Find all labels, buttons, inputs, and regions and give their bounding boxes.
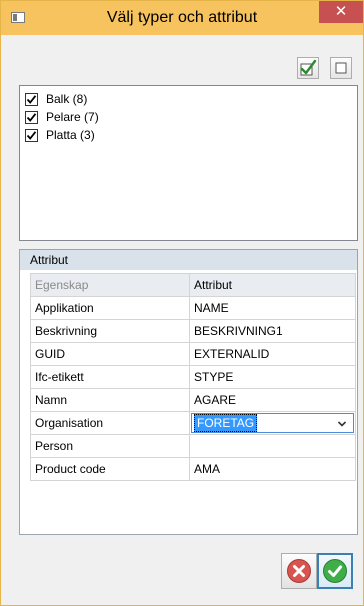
- cancel-button[interactable]: [281, 553, 317, 589]
- attribute-cell[interactable]: STYPE: [189, 365, 356, 389]
- property-cell: Person: [30, 434, 190, 458]
- table-row[interactable]: GUID EXTERNALID: [30, 342, 356, 366]
- window-title: Välj typer och attribut: [106, 9, 258, 26]
- attribute-panel: Attribut Egenskap Attribut Applikation N…: [19, 249, 358, 535]
- type-label: Balk (8): [46, 92, 88, 106]
- column-header-property[interactable]: Egenskap: [30, 273, 190, 297]
- table-row[interactable]: Namn AGARE: [30, 388, 356, 412]
- attribute-dropdown-cell[interactable]: FORETAG: [189, 411, 356, 435]
- checkmark-icon: [26, 130, 37, 140]
- checkmark-icon: [26, 94, 37, 104]
- attribute-cell[interactable]: AGARE: [189, 388, 356, 412]
- table-row[interactable]: Organisation FORETAG: [30, 411, 356, 435]
- attribute-cell[interactable]: AMA: [189, 457, 356, 481]
- table-row[interactable]: Ifc-etikett STYPE: [30, 365, 356, 389]
- red-x-circle-icon: [287, 559, 311, 583]
- attribute-cell[interactable]: BESKRIVNING1: [189, 319, 356, 343]
- dropdown-selected-value[interactable]: FORETAG: [194, 414, 258, 432]
- property-cell: Organisation: [30, 411, 190, 435]
- type-item-pelare[interactable]: Pelare (7): [25, 109, 99, 125]
- empty-box-icon: [335, 62, 347, 74]
- attribute-grid: Egenskap Attribut Applikation NAME Beskr…: [30, 273, 356, 481]
- checkmark-icon: [26, 112, 37, 122]
- uncheck-all-button[interactable]: [330, 57, 352, 79]
- property-cell: Product code: [30, 457, 190, 481]
- check-all-button[interactable]: [297, 57, 319, 79]
- table-row[interactable]: Person: [30, 434, 356, 458]
- type-item-platta[interactable]: Platta (3): [25, 127, 95, 143]
- checkmark-pen-icon: [300, 59, 317, 76]
- property-cell: Applikation: [30, 296, 190, 320]
- type-list[interactable]: Balk (8) Pelare (7) Platta (3): [19, 85, 358, 241]
- attribute-section-title: Attribut: [20, 250, 357, 270]
- table-row[interactable]: Beskrivning BESKRIVNING1: [30, 319, 356, 343]
- ok-button[interactable]: [317, 553, 353, 589]
- dialog-window: Välj typer och attribut ✕ Balk (8) Pelar…: [0, 0, 364, 606]
- table-row[interactable]: Product code AMA: [30, 457, 356, 481]
- chevron-down-icon[interactable]: [337, 419, 347, 429]
- attribute-cell[interactable]: [189, 434, 356, 458]
- close-button[interactable]: ✕: [319, 1, 363, 23]
- property-cell: Ifc-etikett: [30, 365, 190, 389]
- attribute-cell[interactable]: NAME: [189, 296, 356, 320]
- grid-header-row: Egenskap Attribut: [30, 273, 356, 297]
- type-checkbox[interactable]: [25, 92, 38, 106]
- property-cell: Namn: [30, 388, 190, 412]
- type-label: Platta (3): [46, 128, 95, 142]
- type-checkbox[interactable]: [25, 128, 38, 142]
- column-header-attribute[interactable]: Attribut: [189, 273, 356, 297]
- attribute-dropdown[interactable]: FORETAG: [191, 413, 354, 433]
- type-label: Pelare (7): [46, 110, 99, 124]
- type-checkbox[interactable]: [25, 110, 38, 124]
- title-bar[interactable]: Välj typer och attribut ✕: [1, 1, 363, 35]
- table-row[interactable]: Applikation NAME: [30, 296, 356, 320]
- property-cell: Beskrivning: [30, 319, 190, 343]
- type-item-balk[interactable]: Balk (8): [25, 91, 87, 107]
- property-cell: GUID: [30, 342, 190, 366]
- attribute-cell[interactable]: EXTERNALID: [189, 342, 356, 366]
- green-check-circle-icon: [323, 559, 347, 583]
